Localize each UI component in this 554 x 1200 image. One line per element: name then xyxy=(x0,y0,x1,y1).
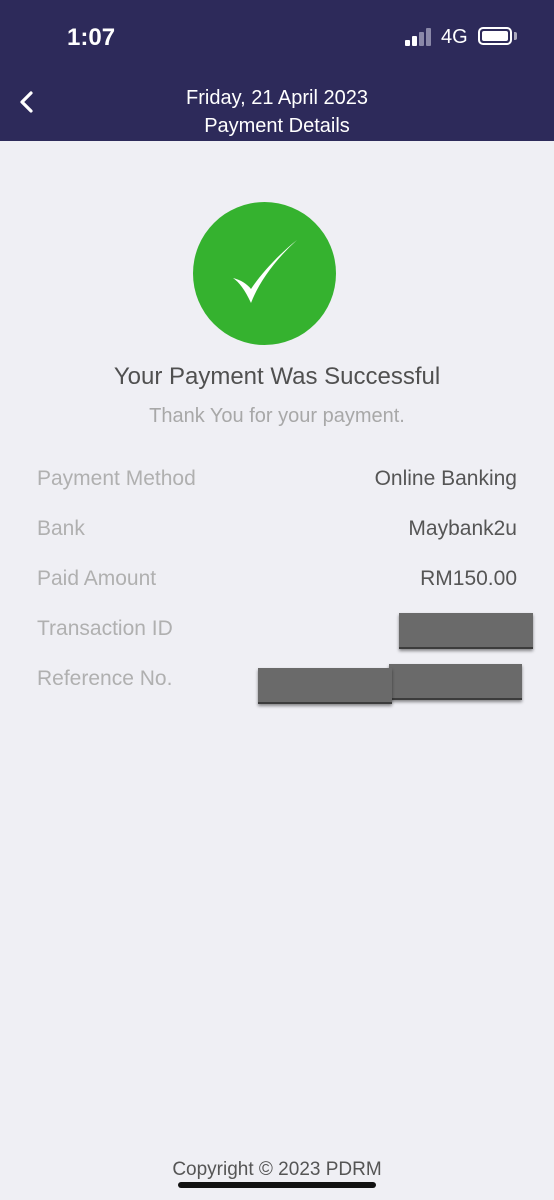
checkmark-icon xyxy=(233,240,297,303)
home-indicator[interactable] xyxy=(178,1182,376,1188)
redaction-block xyxy=(399,613,533,649)
detail-row-payment-method: Payment Method Online Banking xyxy=(37,467,517,497)
detail-label: Bank xyxy=(37,517,85,540)
redaction-block xyxy=(258,668,392,704)
detail-label: Paid Amount xyxy=(37,567,157,590)
detail-label: Transaction ID xyxy=(37,617,173,640)
detail-row-paid-amount: Paid Amount RM150.00 xyxy=(37,567,517,597)
success-subline: Thank You for your payment. xyxy=(149,405,405,427)
battery-cap xyxy=(514,32,517,40)
battery-icon xyxy=(478,27,512,45)
detail-value: Online Banking xyxy=(374,467,517,490)
page-title: Payment Details xyxy=(204,115,350,137)
success-headline: Your Payment Was Successful xyxy=(113,363,441,390)
network-type: 4G xyxy=(441,26,468,48)
detail-value: Maybank2u xyxy=(408,517,517,540)
redaction-block xyxy=(389,664,522,700)
signal-strength-icon xyxy=(405,28,433,46)
header-date: Friday, 21 April 2023 xyxy=(186,87,368,109)
copyright-text: Copyright © 2023 PDRM xyxy=(172,1159,382,1180)
detail-label: Payment Method xyxy=(37,467,196,490)
detail-label: Reference No. xyxy=(37,667,173,690)
detail-row-bank: Bank Maybank2u xyxy=(37,517,517,547)
success-icon xyxy=(193,202,336,345)
status-time: 1:07 xyxy=(67,24,116,51)
detail-value: RM150.00 xyxy=(420,567,517,590)
header-bar: 1:07 4G Friday, 21 April 2023 Payment De… xyxy=(0,0,554,141)
